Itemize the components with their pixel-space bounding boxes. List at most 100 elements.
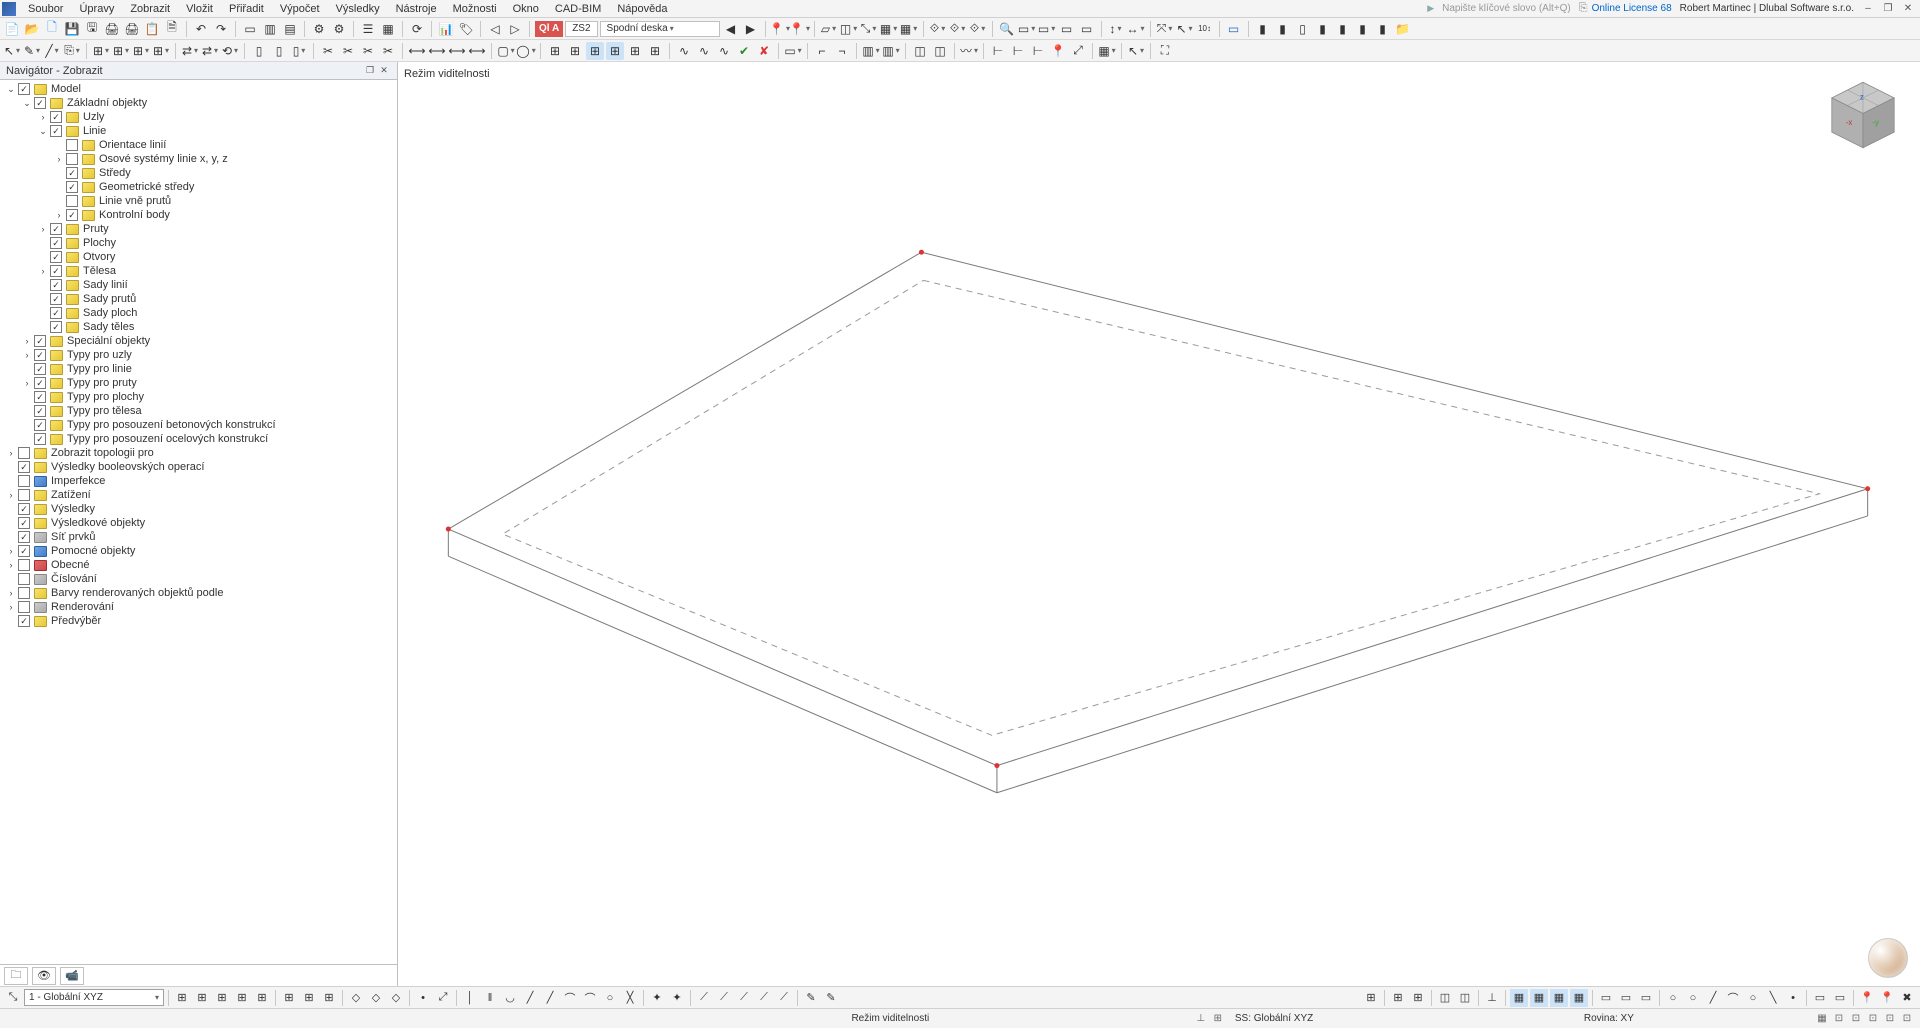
arc4-icon[interactable]: ⌒ xyxy=(1724,989,1742,1007)
open-file-icon[interactable]: 📂 xyxy=(23,20,41,38)
tree-node[interactable]: Linie vně prutů xyxy=(0,194,397,208)
tree-node[interactable]: ⌄Základní objekty xyxy=(0,96,397,110)
tree-node[interactable]: Typy pro linie xyxy=(0,362,397,376)
align-r-icon[interactable]: ▯ xyxy=(270,42,288,60)
layers2-icon[interactable]: ▭ xyxy=(1078,20,1096,38)
tree-checkbox[interactable] xyxy=(34,335,46,347)
tree-node[interactable]: Výsledkové objekty xyxy=(0,516,397,530)
dup-icon[interactable]: ⎘ xyxy=(63,42,81,60)
circle3-icon[interactable]: ○ xyxy=(1684,989,1702,1007)
panel-close-icon[interactable]: ✕ xyxy=(377,65,391,76)
shape-a-icon[interactable]: ◫ xyxy=(911,42,929,60)
tree-checkbox[interactable] xyxy=(50,251,62,263)
draw-h-icon[interactable]: ⟋ xyxy=(715,989,733,1007)
draw-v-icon[interactable]: │ xyxy=(461,989,479,1007)
close-button[interactable]: ✕ xyxy=(1898,3,1918,14)
tree-node[interactable]: Předvýběr xyxy=(0,614,397,628)
bracket-r-icon[interactable]: ¬ xyxy=(833,42,851,60)
curve-a-icon[interactable]: ∿ xyxy=(675,42,693,60)
snap-i-icon[interactable]: ◇ xyxy=(347,989,365,1007)
tree-twisty-icon[interactable]: › xyxy=(6,602,16,612)
tree-node[interactable]: Typy pro posouzení betonových konstrukcí xyxy=(0,418,397,432)
tree-checkbox[interactable] xyxy=(50,223,62,235)
cs-icon[interactable]: ⤡ xyxy=(4,989,22,1007)
menu-vysledky[interactable]: Výsledky xyxy=(328,1,388,17)
tree-twisty-icon[interactable]: › xyxy=(6,588,16,598)
tree-twisty-icon[interactable]: ⌄ xyxy=(22,98,32,109)
align-c-icon[interactable]: ▯ xyxy=(290,42,308,60)
h3-icon[interactable]: ⊢ xyxy=(1029,42,1047,60)
h2-icon[interactable]: ⊢ xyxy=(1009,42,1027,60)
tree-twisty-icon[interactable]: › xyxy=(6,546,16,556)
tree-node[interactable]: Sady prutů xyxy=(0,292,397,306)
menu-vlozit[interactable]: Vložit xyxy=(178,1,221,17)
pin2-icon[interactable]: 📍 xyxy=(1858,989,1876,1007)
rect-icon[interactable]: ▭ xyxy=(1811,989,1829,1007)
grid2-d-icon[interactable]: ▦ xyxy=(1570,989,1588,1007)
grid-icon[interactable]: ▦ xyxy=(880,20,898,38)
tree-twisty-icon[interactable]: › xyxy=(54,210,64,220)
tree-node[interactable]: Imperfekce xyxy=(0,474,397,488)
load-prev-icon[interactable]: ◁ xyxy=(486,20,504,38)
tree-checkbox[interactable] xyxy=(50,237,62,249)
window-split-h-icon[interactable]: ▤ xyxy=(281,20,299,38)
draw-line-icon[interactable]: ╱ xyxy=(521,989,539,1007)
tree-checkbox[interactable] xyxy=(66,181,78,193)
status-snap-b-icon[interactable]: ⊡ xyxy=(1832,1012,1846,1026)
x-red-icon[interactable]: ✘ xyxy=(755,42,773,60)
window-single-icon[interactable]: ▭ xyxy=(241,20,259,38)
arrow-group-icon[interactable]: ⤧ xyxy=(1156,20,1174,38)
draw-k-icon[interactable]: ⟋ xyxy=(775,989,793,1007)
curve-b-icon[interactable]: ∿ xyxy=(695,42,713,60)
tree-node[interactable]: ›Obecné xyxy=(0,558,397,572)
status-icon-b[interactable]: ⊞ xyxy=(1211,1012,1225,1026)
trim-c-icon[interactable]: ✂ xyxy=(359,42,377,60)
tree-node[interactable]: ⌄Linie xyxy=(0,124,397,138)
tree-checkbox[interactable] xyxy=(18,461,30,473)
planexy-icon[interactable]: ▭ xyxy=(1597,989,1615,1007)
menu-moznosti[interactable]: Možnosti xyxy=(445,1,505,17)
folder-y-icon[interactable]: 📁 xyxy=(1394,20,1412,38)
view-c2-icon[interactable]: ⊞ xyxy=(1409,989,1427,1007)
print-preview-icon[interactable]: 🖨 xyxy=(123,20,141,38)
calc-settings-icon[interactable]: ⚙ xyxy=(330,20,348,38)
grid-d-icon[interactable]: ⊞ xyxy=(606,42,624,60)
tree-twisty-icon[interactable]: › xyxy=(38,224,48,234)
status-icon-a[interactable]: ⊥ xyxy=(1194,1012,1208,1026)
menu-nastroje[interactable]: Nástroje xyxy=(388,1,445,17)
tree-checkbox[interactable] xyxy=(18,573,30,585)
tag-icon[interactable]: 🏷 xyxy=(457,20,475,38)
tree-node[interactable]: ›Kontrolní body xyxy=(0,208,397,222)
tree-node[interactable]: ›Pruty xyxy=(0,222,397,236)
snap-d-icon[interactable]: ⊞ xyxy=(233,989,251,1007)
menu-napoveda[interactable]: Nápověda xyxy=(609,1,675,17)
grid-c-icon[interactable]: ⊞ xyxy=(586,42,604,60)
draw-j-icon[interactable]: ⟋ xyxy=(755,989,773,1007)
draw-g-icon[interactable]: ⟋ xyxy=(695,989,713,1007)
tree-node[interactable]: ›Renderování xyxy=(0,600,397,614)
minimize-button[interactable]: – xyxy=(1858,3,1878,14)
panel-restore-icon[interactable]: ❐ xyxy=(363,65,377,76)
round-drop-icon[interactable]: ◯ xyxy=(517,42,535,60)
tree-checkbox[interactable] xyxy=(50,125,62,137)
tree-node[interactable]: ›Zobrazit topologii pro xyxy=(0,446,397,460)
tree-checkbox[interactable] xyxy=(34,363,46,375)
tree-twisty-icon[interactable]: ⌄ xyxy=(6,84,16,95)
diag-icon[interactable]: ╱ xyxy=(1704,989,1722,1007)
tree-node[interactable]: ›Zatížení xyxy=(0,488,397,502)
status-snap-d-icon[interactable]: ⊡ xyxy=(1866,1012,1880,1026)
select-arrow-icon[interactable]: ↖ xyxy=(3,42,21,60)
chart-icon[interactable]: 📊 xyxy=(437,20,455,38)
model-canvas[interactable]: Režim viditelnosti xyxy=(398,62,1920,986)
tree-twisty-icon[interactable]: › xyxy=(22,378,32,388)
undo-icon[interactable]: ↶ xyxy=(192,20,210,38)
tree-node[interactable]: Geometrické středy xyxy=(0,180,397,194)
prev-lc-icon[interactable]: ◀ xyxy=(722,20,740,38)
tree-twisty-icon[interactable]: › xyxy=(6,448,16,458)
pin-icon[interactable]: 📍 xyxy=(1049,42,1067,60)
draw-scale-icon[interactable]: ⤢ xyxy=(434,989,452,1007)
tree-node[interactable]: Výsledky xyxy=(0,502,397,516)
tree-checkbox[interactable] xyxy=(66,167,78,179)
tree-node[interactable]: ›Pomocné objekty xyxy=(0,544,397,558)
tree-node[interactable]: ›Tělesa xyxy=(0,264,397,278)
